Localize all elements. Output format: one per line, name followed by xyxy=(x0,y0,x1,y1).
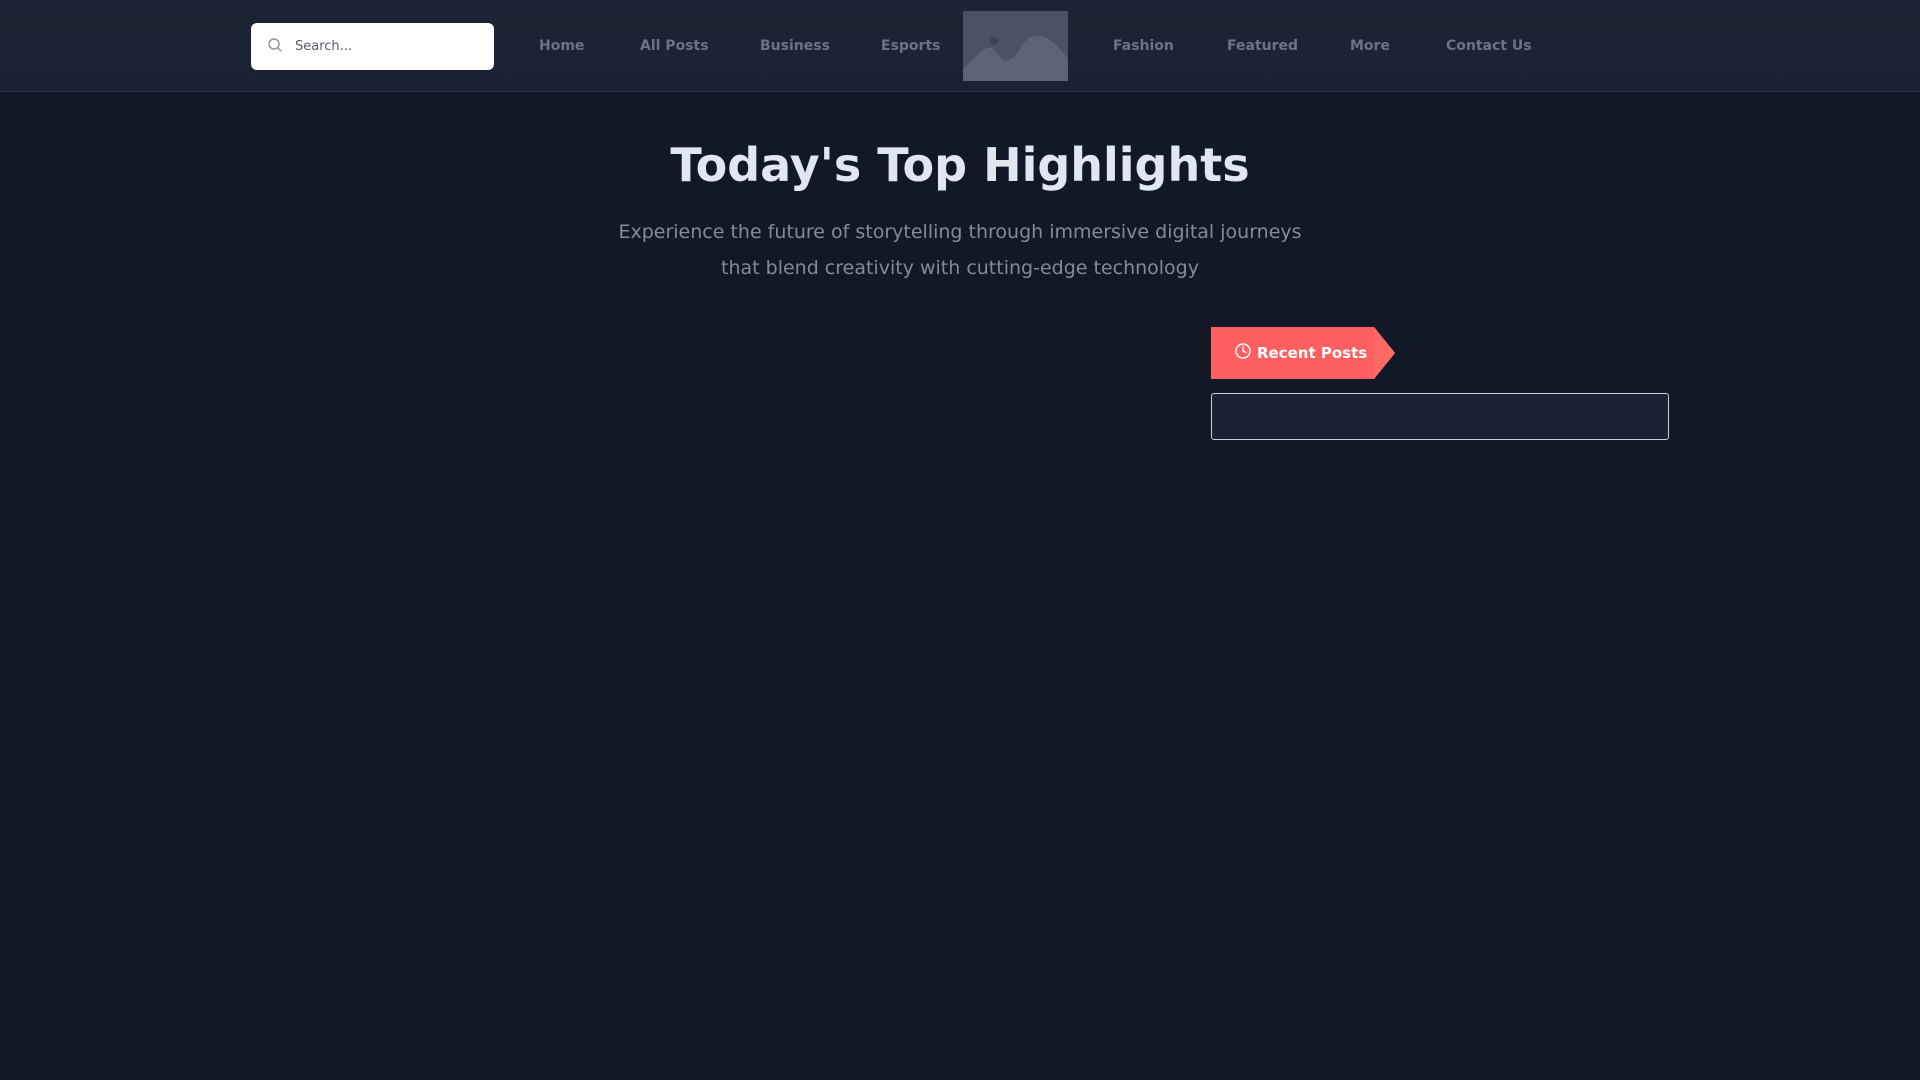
recent-posts-label: Recent Posts xyxy=(1257,344,1368,362)
site-header: Home All Posts Business Esports Fashion … xyxy=(0,0,1920,92)
search-icon xyxy=(268,38,282,52)
nav-item-home[interactable]: Home xyxy=(539,10,584,82)
clock-icon xyxy=(1235,343,1251,359)
nav-item-contact-us[interactable]: Contact Us xyxy=(1446,10,1532,82)
nav-item-featured[interactable]: Featured xyxy=(1227,10,1298,82)
nav-item-business[interactable]: Business xyxy=(760,10,830,82)
search-box[interactable] xyxy=(251,23,494,70)
search-input[interactable] xyxy=(295,23,485,70)
recent-posts-tab[interactable]: Recent Posts xyxy=(1211,327,1395,379)
nav-item-more[interactable]: More xyxy=(1350,10,1390,82)
image-placeholder-icon[interactable] xyxy=(963,11,1068,81)
nav-item-all-posts[interactable]: All Posts xyxy=(640,10,709,82)
recent-posts-panel xyxy=(1211,393,1669,440)
page-subtitle: Experience the future of storytelling th… xyxy=(618,221,1302,279)
page-title: Today's Top Highlights xyxy=(670,138,1250,192)
nav-item-fashion[interactable]: Fashion xyxy=(1113,10,1174,82)
nav-item-esports[interactable]: Esports xyxy=(881,10,940,82)
